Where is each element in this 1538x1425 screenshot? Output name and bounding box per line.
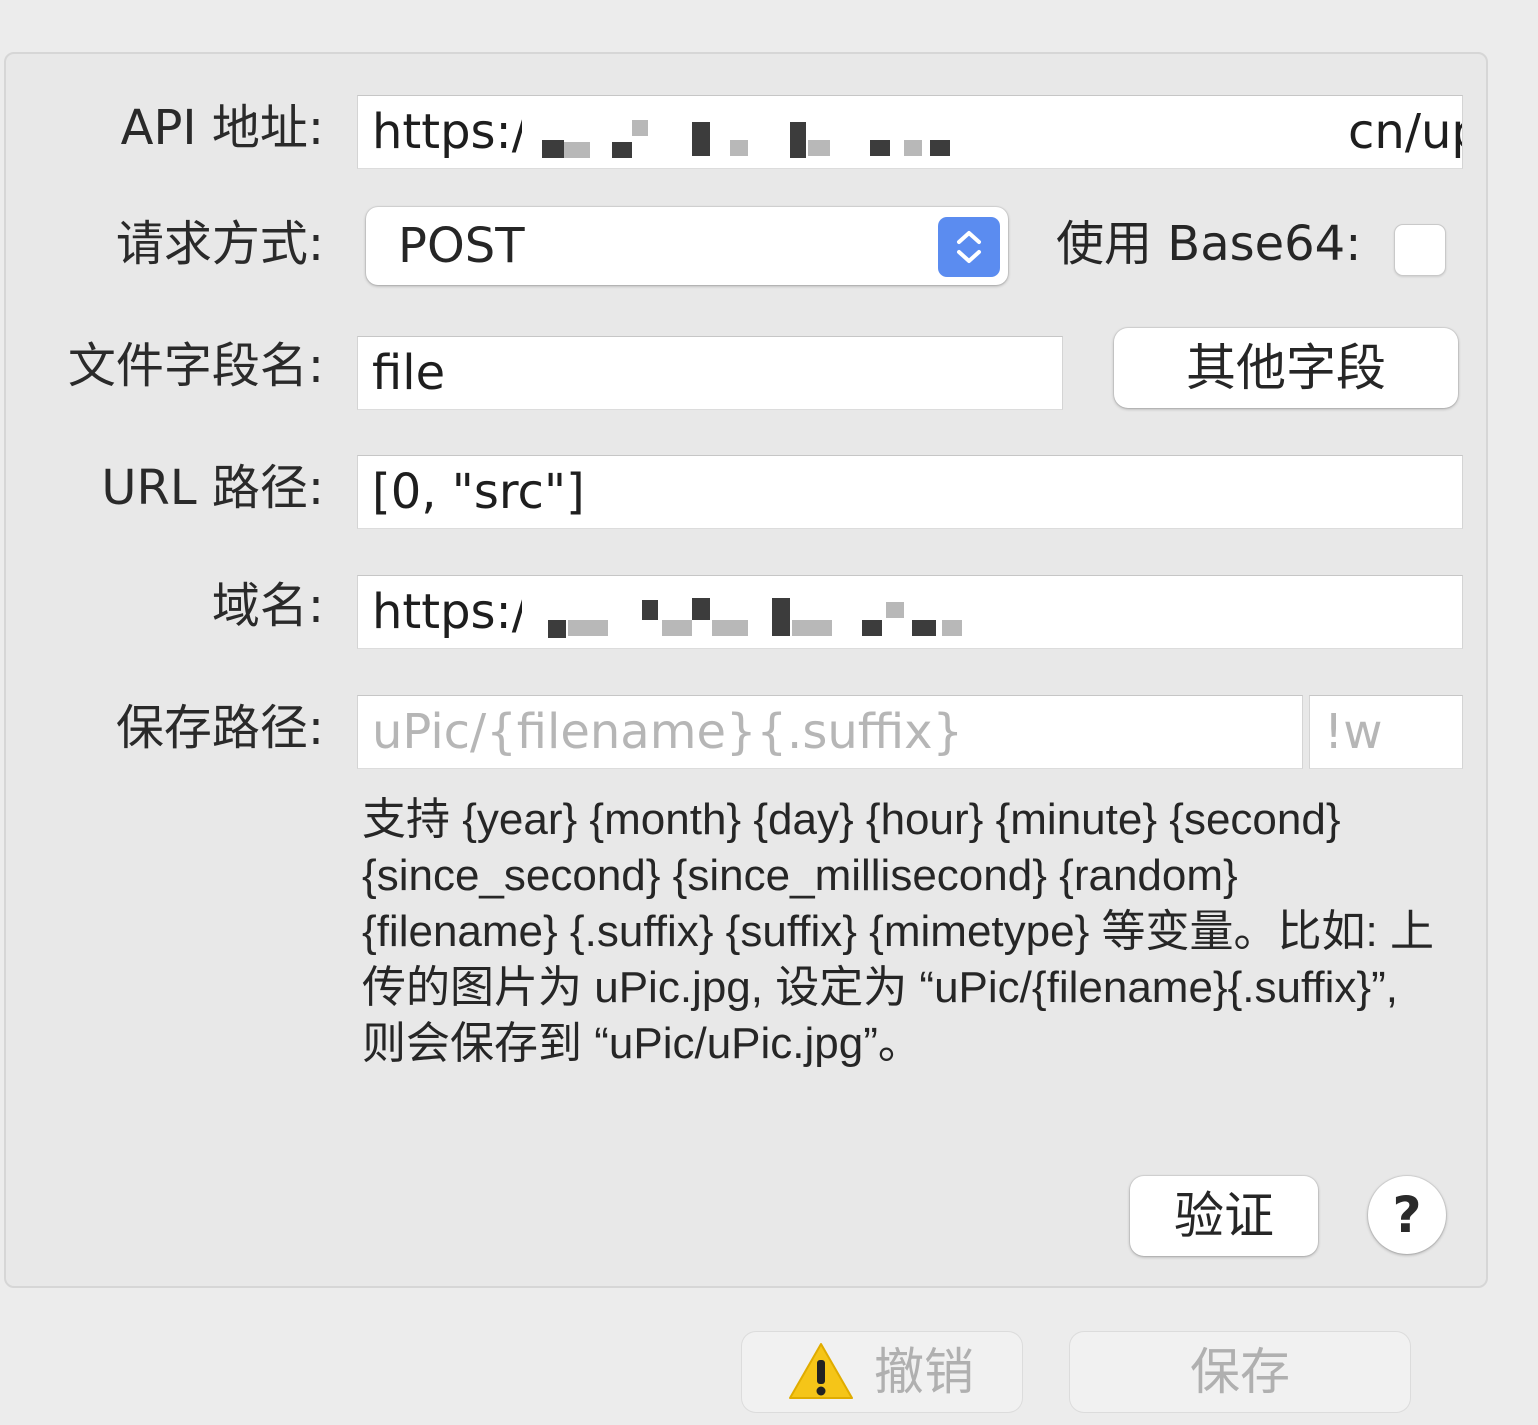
base64-checkbox[interactable]	[1394, 224, 1446, 276]
url-path-input[interactable]: [0, "src"]	[357, 455, 1463, 529]
suffix-input[interactable]: !w	[1309, 695, 1463, 769]
url-path-label: URL 路径:	[101, 460, 324, 516]
file-field-input[interactable]: file	[357, 336, 1063, 410]
cancel-button[interactable]: 撤销	[742, 1332, 1022, 1412]
save-path-hint: 支持 {year} {month} {day} {hour} {minute} …	[362, 795, 1434, 1068]
api-address-tail: cn/upload	[1348, 104, 1462, 160]
verify-button[interactable]: 验证	[1130, 1176, 1318, 1256]
api-address-label: API 地址:	[120, 100, 324, 156]
domain-value: https://	[372, 584, 545, 640]
cancel-button-label: 撤销	[874, 1343, 974, 1401]
domain-label: 域名:	[211, 578, 324, 634]
api-address-input[interactable]: https:// cn/upload	[357, 95, 1463, 169]
domain-input[interactable]: https://	[357, 575, 1463, 649]
redacted-area	[522, 100, 1352, 162]
api-address-value: https://	[372, 104, 545, 160]
save-path-input[interactable]: uPic/{filename}{.suffix}	[357, 695, 1303, 769]
base64-label: 使用 Base64:	[1056, 216, 1362, 272]
warning-icon	[786, 1340, 856, 1402]
other-fields-button[interactable]: 其他字段	[1114, 328, 1458, 408]
help-button[interactable]: ?	[1368, 1176, 1446, 1254]
chevron-up-down-icon	[938, 217, 1000, 277]
request-method-select[interactable]: POST	[366, 207, 1008, 285]
request-method-label: 请求方式:	[115, 216, 324, 272]
save-button[interactable]: 保存	[1070, 1332, 1410, 1412]
redacted-area	[522, 580, 1042, 642]
request-method-value: POST	[398, 218, 525, 274]
file-field-label: 文件字段名:	[67, 338, 324, 394]
save-path-label: 保存路径:	[115, 700, 324, 756]
